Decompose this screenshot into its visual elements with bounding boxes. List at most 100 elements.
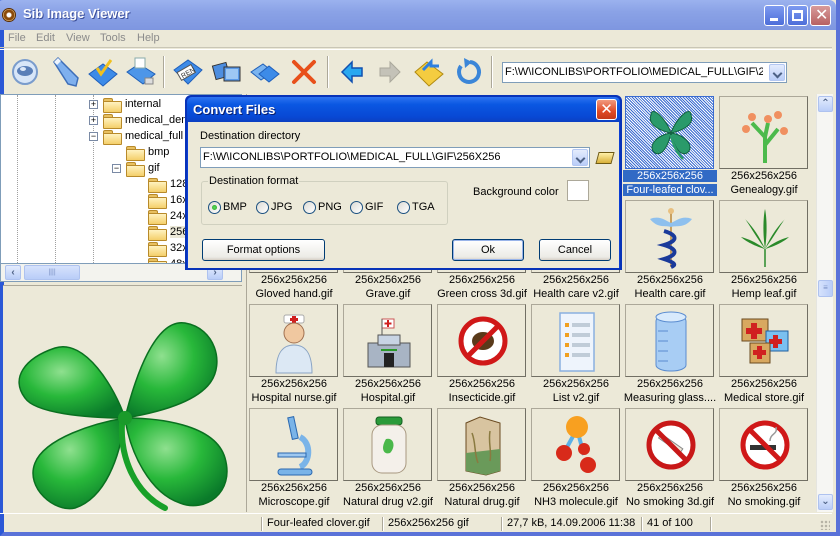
thumbnail-frame <box>249 304 338 377</box>
dialog-title-bar[interactable]: Convert Files ✕ <box>187 97 620 122</box>
caduceus-icon <box>650 208 692 269</box>
path-value: F:\W\ICONLIBS\PORTFOLIO\MEDICAL_FULL\GIF… <box>505 66 763 78</box>
thumbnail-item[interactable]: 256x256x256 Hospital nurse.gif <box>247 302 339 406</box>
folder-icon <box>148 178 167 193</box>
thumbnail-item[interactable]: 256x256x256 Four-leafed clov... <box>623 94 717 198</box>
background-color-swatch[interactable] <box>567 180 589 201</box>
herb-box-icon <box>465 416 501 476</box>
thumbnail-dimensions: 256x256x256 <box>542 274 610 286</box>
menu-help[interactable]: Help <box>137 32 160 44</box>
path-combobox[interactable]: F:\W\ICONLIBS\PORTFOLIO\MEDICAL_FULL\GIF… <box>502 62 787 83</box>
close-icon: ✕ <box>600 101 613 118</box>
scroll-down-icon[interactable]: ⌄ <box>818 494 833 510</box>
cancel-button[interactable]: Cancel <box>539 239 611 261</box>
arrow-left-icon <box>340 60 363 84</box>
status-file-info: 27,7 kB, 14.09.2006 11:38 <box>507 517 636 529</box>
thumbnail-filename: Health care.gif <box>634 288 706 300</box>
menu-file[interactable]: File <box>8 32 26 44</box>
print-button[interactable] <box>125 56 157 88</box>
expand-icon[interactable]: + <box>89 116 98 125</box>
menu-tools[interactable]: Tools <box>100 32 126 44</box>
chevron-down-icon[interactable] <box>769 64 785 81</box>
thumbnail-item[interactable]: 256x256x256 Measuring glass.... <box>623 302 717 406</box>
thumbnail-filename: Measuring glass.... <box>623 392 717 404</box>
thumbnail-filename: Natural drug v2.gif <box>343 496 433 508</box>
delete-button[interactable] <box>288 56 320 88</box>
collapse-icon[interactable]: − <box>112 164 121 173</box>
thumbnail-item[interactable]: 256x256x256 Genealogy.gif <box>717 94 809 198</box>
thumbnail-item[interactable]: 256x256x256 Insecticide.gif <box>435 302 527 406</box>
folder-icon <box>148 242 167 257</box>
thumbnail-item[interactable]: 256x256x256 No smoking.gif <box>717 406 809 510</box>
copy-pages-icon <box>250 63 280 83</box>
thumbnail-frame <box>719 96 808 169</box>
refresh-button[interactable] <box>452 56 484 88</box>
close-button[interactable]: ✕ <box>810 5 831 26</box>
thumbnail-frame <box>719 304 808 377</box>
thumbnail-vertical-scrollbar[interactable]: ⌃ ≡ ⌄ <box>816 94 833 512</box>
edit-button[interactable] <box>48 56 80 88</box>
thumbnail-frame <box>437 304 526 377</box>
thumbnail-item[interactable]: 256x256x256 List v2.gif <box>529 302 621 406</box>
thumbnail-dimensions: 256x256x256 <box>260 274 328 286</box>
delete-x-icon <box>292 60 316 84</box>
copy-button[interactable] <box>249 56 281 88</box>
rename-button[interactable]: REN <box>172 56 204 88</box>
nurse-icon <box>275 314 313 374</box>
thumbnail-dimensions: 256x256x256 <box>730 274 798 286</box>
window-title: Sib Image Viewer <box>23 6 130 21</box>
thumbnail-item[interactable]: 256x256x256 Health care.gif <box>623 198 715 302</box>
thumbnail-item[interactable]: 256x256x256 No smoking 3d.gif <box>623 406 715 510</box>
measuring-glass-icon <box>655 311 687 372</box>
thumbnail-item[interactable]: 256x256x256 Medical store.gif <box>717 302 809 406</box>
scroll-thumb[interactable]: |||| <box>24 265 80 280</box>
destination-directory-combobox[interactable]: F:\W\ICONLIBS\PORTFOLIO\MEDICAL_FULL\GIF… <box>200 147 590 168</box>
dialog-close-button[interactable]: ✕ <box>596 99 617 120</box>
up-folder-button[interactable] <box>413 56 445 88</box>
menu-edit[interactable]: Edit <box>36 32 55 44</box>
thumbnail-frame <box>625 304 714 377</box>
medical-store-icon <box>741 318 789 364</box>
format-options-button[interactable]: Format options <box>202 239 325 261</box>
refresh-icon <box>457 58 481 84</box>
clover-icon <box>649 110 693 160</box>
thumbnail-frame <box>343 408 432 481</box>
maximize-button[interactable] <box>787 5 808 26</box>
browse-folder-button[interactable] <box>594 147 614 168</box>
thumbnail-item[interactable]: 256x256x256 Natural drug.gif <box>435 406 527 510</box>
forward-button[interactable] <box>374 56 406 88</box>
genealogy-icon <box>742 111 788 163</box>
scan-button[interactable] <box>9 56 41 88</box>
expand-icon[interactable]: + <box>89 100 98 109</box>
scroll-up-icon[interactable]: ⌃ <box>818 96 833 112</box>
thumbnail-item[interactable]: 256x256x256 Microscope.gif <box>247 406 339 510</box>
scroll-left-icon[interactable]: ‹ <box>5 265 21 280</box>
thumbnail-dimensions: 256x256x256 <box>354 274 422 286</box>
thumbnail-filename: Natural drug.gif <box>444 496 520 508</box>
thumbnail-filename: No smoking 3d.gif <box>625 496 715 508</box>
close-icon: ✕ <box>815 7 829 24</box>
collapse-icon[interactable]: − <box>89 132 98 141</box>
thumbnail-item[interactable]: 256x256x256 NH3 molecule.gif <box>529 406 621 510</box>
back-button[interactable] <box>336 56 368 88</box>
toolbar-separator <box>491 56 493 88</box>
folder-icon <box>148 226 167 241</box>
resize-grip[interactable] <box>820 520 830 530</box>
status-format: 256x256x256 gif <box>388 517 469 529</box>
chevron-down-icon[interactable] <box>572 149 588 166</box>
title-bar[interactable]: Sib Image Viewer ✕ <box>0 0 836 30</box>
thumbnail-item[interactable]: 256x256x256 Hemp leaf.gif <box>717 198 809 302</box>
thumbnail-item[interactable]: 256x256x256 Hospital.gif <box>341 302 433 406</box>
menu-view[interactable]: View <box>66 32 90 44</box>
dialog-body: Destination directory F:\W\ICONLIBS\PORT… <box>188 122 619 268</box>
hospital-icon <box>367 318 411 368</box>
folder-icon <box>148 194 167 209</box>
thumbnail-dimensions: 256x256x256 <box>260 482 328 494</box>
thumbnail-item[interactable]: 256x256x256 Natural drug v2.gif <box>341 406 433 510</box>
destination-format-label: Destination format <box>208 175 300 187</box>
minimize-button[interactable] <box>764 5 785 26</box>
scroll-thumb[interactable]: ≡ <box>818 280 833 297</box>
ok-button[interactable]: Ok <box>452 239 524 261</box>
save-button[interactable] <box>87 56 119 88</box>
slideshow-button[interactable] <box>211 56 243 88</box>
